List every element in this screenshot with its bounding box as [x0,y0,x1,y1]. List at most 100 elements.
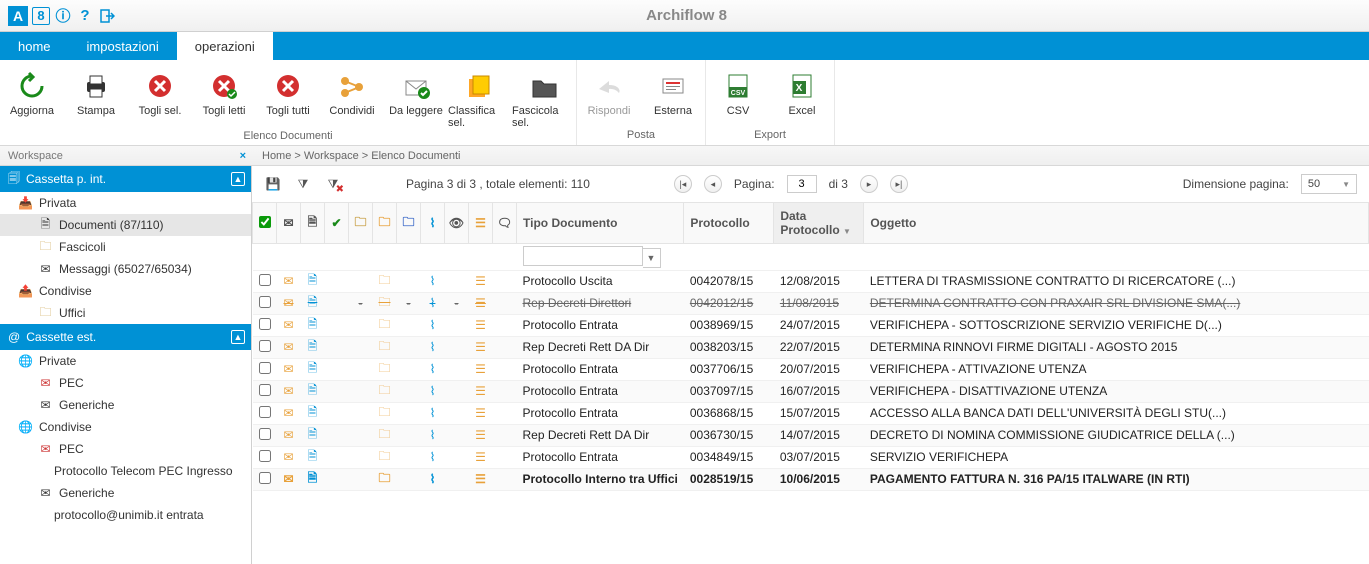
togli-tutti-button[interactable]: Togli tutti [256,66,320,117]
excel-button[interactable]: X Excel [770,66,834,117]
table-row[interactable]: ✉🗎🗀⌇☰Protocollo Interno tra Uffici002851… [253,468,1369,490]
table-row[interactable]: ✉🗎🗀⌇☰Protocollo Entrata0036868/1515/07/2… [253,402,1369,424]
row-dash-cell [349,358,373,380]
col-sign-icon[interactable]: ✔ [325,203,349,244]
table-row[interactable]: ✉🗎🗀⌇☰Protocollo Entrata0038969/1524/07/2… [253,314,1369,336]
info-icon[interactable]: ⓘ [54,7,72,25]
mail-icon: ✉ [38,486,53,500]
table-row[interactable]: ✉🗎🗀⌇☰Protocollo Entrata0034849/1503/07/2… [253,446,1369,468]
breadcrumb[interactable]: Home > Workspace > Elenco Documenti [252,150,471,162]
tab-home[interactable]: home [0,32,69,60]
tab-impostazioni[interactable]: impostazioni [69,32,177,60]
togli-letti-button[interactable]: Togli letti [192,66,256,117]
row-checkbox[interactable] [259,340,271,352]
row-lines-icon: ☰ [469,380,493,402]
col-data-protocollo[interactable]: Data Protocollo ▼ [774,203,864,244]
pager-first-button[interactable]: |◂ [674,175,692,193]
sidebar-item-pec[interactable]: ✉PEC [0,372,251,394]
col-checkbox[interactable] [253,203,277,244]
help-icon[interactable]: ? [76,7,94,25]
row-oggetto: PAGAMENTO FATTURA N. 316 PA/15 ITALWARE … [864,468,1369,490]
sidebar-item-fascicoli[interactable]: 🗀Fascicoli [0,236,251,258]
togli-sel-button[interactable]: Togli sel. [128,66,192,117]
fascicola-button[interactable]: Fascicola sel. [512,66,576,129]
esterna-button[interactable]: Esterna [641,66,705,117]
row-dash-cell [445,468,469,490]
row-checkbox[interactable] [259,384,271,396]
da-leggere-button[interactable]: Da leggere [384,66,448,117]
sidebar-item-generiche2[interactable]: ✉Generiche [0,482,251,504]
pager-prev-button[interactable]: ◂ [704,175,722,193]
sidebar-item-proto-unimib[interactable]: protocollo@unimib.it entrata [0,504,251,526]
collapse-icon[interactable]: ▲ [231,172,245,186]
page-size-select[interactable]: 50 ▼ [1301,174,1357,194]
sidebar-item-generiche[interactable]: ✉Generiche [0,394,251,416]
csv-button[interactable]: CSV CSV [706,66,770,117]
table-row[interactable]: ✉🗎🗀⌇☰Rep Decreti Rett DA Dir0038203/1522… [253,336,1369,358]
table-row[interactable]: ✉🗎🗀⌇☰Rep Decreti Rett DA Dir0036730/1514… [253,424,1369,446]
clear-filter-icon[interactable]: ⧩✖ [324,175,342,193]
folder-icon [528,70,560,102]
col-folder2-icon[interactable]: 🗀 [373,203,397,244]
col-folder1-icon[interactable]: 🗀 [349,203,373,244]
globe-icon: 🌐 [18,420,33,434]
sidebar-item-condivise2[interactable]: 🌐Condivise [0,416,251,438]
col-eye-icon[interactable]: 👁 [445,203,469,244]
row-checkbox[interactable] [259,318,271,330]
row-dash-cell [397,314,421,336]
col-protocollo[interactable]: Protocollo [684,203,774,244]
col-folder3-icon[interactable]: 🗀 [397,203,421,244]
row-checkbox[interactable] [259,472,271,484]
table-row[interactable]: ✉🗎-🗀-⌇-☰Rep Decreti Direttori0042012/151… [253,292,1369,314]
filter-tipo-dropdown[interactable]: ▼ [643,248,661,268]
aggiorna-button[interactable]: Aggiorna [0,66,64,117]
grid-filter-row: ▼ [253,244,1369,271]
stampa-button[interactable]: Stampa [64,66,128,117]
pager-last-button[interactable]: ▸| [890,175,908,193]
col-clip-icon[interactable]: ⌇ [421,203,445,244]
row-note-cell [493,402,517,424]
col-mail-icon[interactable]: ✉ [277,203,301,244]
globe-lock-icon: 🌐 [18,354,33,368]
panel-cassette-est[interactable]: @ Cassette est. ▲ [0,324,251,350]
row-checkbox[interactable] [259,428,271,440]
sidebar-item-proto-telecom[interactable]: Protocollo Telecom PEC Ingresso [0,460,251,482]
exit-icon[interactable] [98,7,116,25]
sidebar-item-documenti[interactable]: 🗎Documenti (87/110) [0,214,251,236]
sidebar-label: Condivise [39,284,92,298]
row-tipo: Rep Decreti Direttori [517,292,684,314]
col-oggetto[interactable]: Oggetto [864,203,1369,244]
filter-tipo-input[interactable] [523,246,643,266]
table-row[interactable]: ✉🗎🗀⌇☰Protocollo Uscita0042078/1512/08/20… [253,270,1369,292]
table-row[interactable]: ✉🗎🗀⌇☰Protocollo Entrata0037706/1520/07/2… [253,358,1369,380]
pager-next-button[interactable]: ▸ [860,175,878,193]
col-tipo[interactable]: Tipo Documento [517,203,684,244]
workspace-close-icon[interactable]: × [240,150,246,162]
condividi-button[interactable]: Condividi [320,66,384,117]
panel-cassetta-int[interactable]: 🗐 Cassetta p. int. ▲ [0,166,251,192]
table-row[interactable]: ✉🗎🗀⌇☰Protocollo Entrata0037097/1516/07/2… [253,380,1369,402]
row-checkbox[interactable] [259,274,271,286]
row-checkbox[interactable] [259,362,271,374]
col-doc-icon[interactable]: 🗎 [301,203,325,244]
sidebar-item-condivise[interactable]: 📤Condivise [0,280,251,302]
classifica-button[interactable]: Classifica sel. [448,66,512,129]
page-input[interactable] [787,175,817,193]
to-read-icon [400,70,432,102]
row-checkbox[interactable] [259,450,271,462]
sidebar-item-pec2[interactable]: ✉PEC [0,438,251,460]
row-sign-cell [325,336,349,358]
save-layout-icon[interactable]: 💾 [264,175,282,193]
sidebar-item-messaggi[interactable]: ✉Messaggi (65027/65034) [0,258,251,280]
sidebar-item-private[interactable]: 🌐Private [0,350,251,372]
col-note-icon[interactable]: 🗨 [493,203,517,244]
row-checkbox[interactable] [259,296,271,308]
filter-icon[interactable]: ⧩ [294,175,312,193]
col-lines-icon[interactable]: ☰ [469,203,493,244]
sidebar-item-privata[interactable]: 📥Privata [0,192,251,214]
collapse-icon[interactable]: ▲ [231,330,245,344]
sidebar-item-uffici[interactable]: 🗀Uffici [0,302,251,324]
row-dash-cell [397,336,421,358]
row-checkbox[interactable] [259,406,271,418]
tab-operazioni[interactable]: operazioni [177,32,273,60]
